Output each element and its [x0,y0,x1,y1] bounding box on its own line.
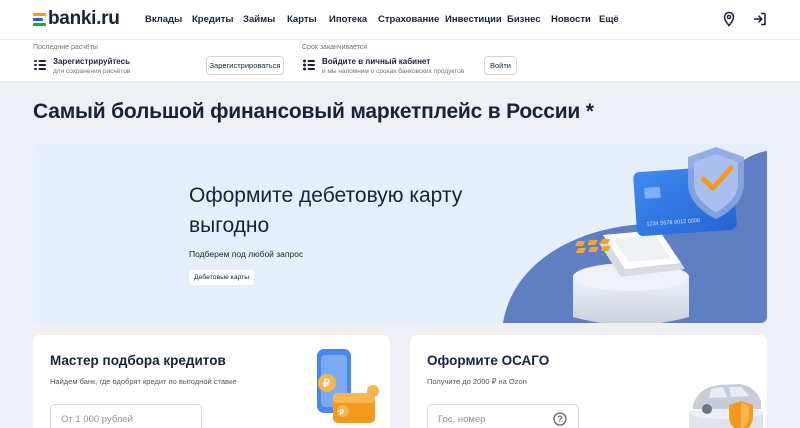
map-pin-icon[interactable] [721,11,737,27]
credit-wizard-title: Мастер подбора кредитов [50,353,226,368]
osago-card[interactable]: Оформите ОСАГО Получите до 2000 ₽ на Ozo… [410,335,767,428]
nav-link-mortgage[interactable]: Ипотека [329,13,367,27]
nav-link-cards[interactable]: Карты [287,13,317,27]
login-icon[interactable] [752,11,768,27]
banner-title: Оформите дебетовую карту выгодно [189,184,463,237]
reminders-bar: Последние расчёты Зарегистрируйтесь для … [0,40,800,82]
calculations-icon [34,60,46,70]
osago-title: Оформите ОСАГО [427,353,550,368]
credit-wizard-card[interactable]: Мастер подбора кредитов Найдем банк, где… [33,335,390,428]
nav-link-business[interactable]: Бизнес [507,13,541,27]
list-reminder-icon [303,59,315,71]
debit-card-banner[interactable]: Оформите дебетовую карту выгодно Подбере… [33,143,767,323]
nav-link-loans[interactable]: Займы [243,13,275,27]
top-navigation: banki.ru Вклады Кредиты Займы Карты Ипот… [0,0,800,40]
nav-link-deposits[interactable]: Вклады [145,13,182,27]
loan-amount-input[interactable] [50,404,202,428]
svg-text:₽: ₽ [323,378,330,390]
register-prompt-title: Зарегистрируйтесь [53,57,130,66]
svg-text:₽: ₽ [339,408,344,417]
register-button[interactable]: Зарегистрироваться [206,56,284,75]
phone-wallet-illustration: ₽ ₽ [317,349,379,423]
login-prompt-subtitle: и мы напомним о сроках банковских продук… [322,68,465,75]
nav-link-more[interactable]: Ещё [599,13,619,27]
login-button[interactable]: Войти [484,56,517,75]
nav-link-investments[interactable]: Инвестиции [445,13,502,27]
banner-subtitle: Подберем под любой запрос [189,249,304,259]
register-prompt-subtitle: для сохранения расчётов [53,68,131,75]
card-terminal-illustration: 1234 5678 9012 0000 [503,147,767,323]
nav-link-credits[interactable]: Кредиты [192,13,234,27]
credit-wizard-subtitle: Найдем банк, где одобрят кредит по выгод… [50,377,237,386]
recent-calculations-caption: Последние расчёты [33,44,98,51]
debit-cards-tag[interactable]: Дебетовые карты [189,270,255,285]
svg-text:?: ? [557,414,563,424]
nav-link-insurance[interactable]: Страхование [378,13,439,27]
help-icon[interactable]: ? [553,412,567,426]
nav-link-news[interactable]: Новости [551,13,591,27]
page-title: Самый большой финансовый маркетплейс в Р… [33,100,594,123]
login-prompt-title: Войдите в личный кабинет [322,57,431,66]
main-menu: Вклады Кредиты Займы Карты Ипотека Страх… [0,13,800,27]
expiring-caption: Срок заканчивается [302,44,368,51]
car-insurance-illustration [689,384,763,428]
osago-subtitle: Получите до 2000 ₽ на Ozon [427,377,527,386]
